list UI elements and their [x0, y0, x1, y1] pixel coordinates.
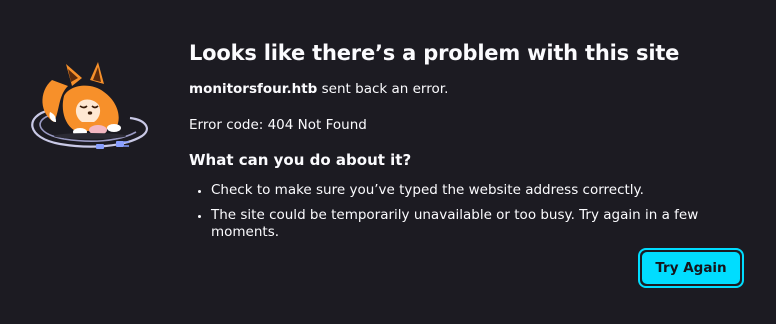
suggestion-item: The site could be temporarily unavailabl…: [211, 207, 749, 241]
error-title: Looks like there’s a problem with this s…: [189, 41, 680, 65]
try-again-focus-ring: Try Again: [638, 248, 744, 288]
suggestion-item: Check to make sure you’ve typed the webs…: [211, 182, 749, 199]
try-again-button[interactable]: Try Again: [642, 252, 740, 284]
error-host-suffix: sent back an error.: [317, 81, 449, 97]
error-code: Error code: 404 Not Found: [189, 117, 367, 133]
fox-unplugged-cable-icon: [20, 52, 158, 160]
suggestion-list: Check to make sure you’ve typed the webs…: [189, 182, 749, 241]
help-heading: What can you do about it?: [189, 151, 412, 169]
error-host: monitorsfour.htb: [189, 81, 318, 97]
error-content: Looks like there’s a problem with this s…: [189, 38, 749, 241]
error-host-message: monitorsfour.htb sent back an error.: [189, 80, 749, 98]
error-page: Looks like there’s a problem with this s…: [0, 0, 776, 324]
